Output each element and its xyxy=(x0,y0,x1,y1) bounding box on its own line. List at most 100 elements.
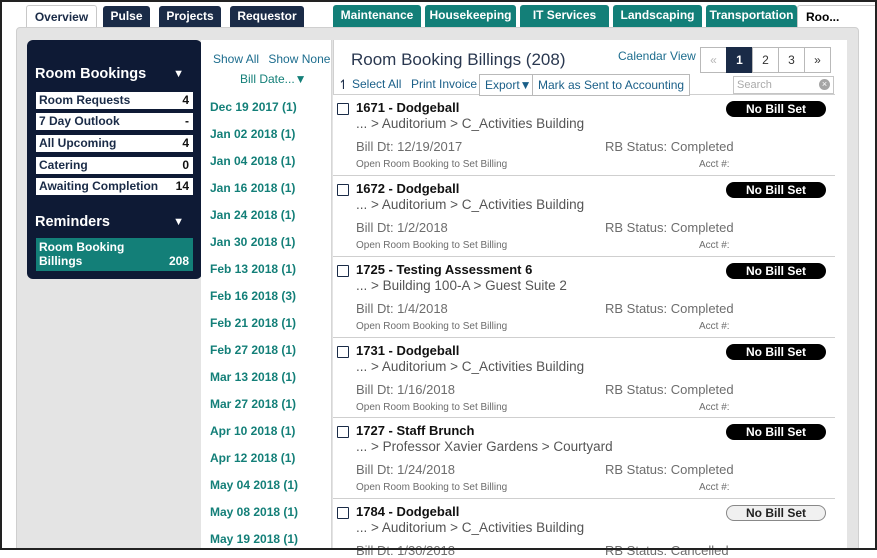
date-filter-item[interactable]: Jan 30 2018 (1) xyxy=(210,235,295,249)
card-rb-status: RB Status: Completed xyxy=(605,382,734,397)
date-filter-item[interactable]: May 08 2018 (1) xyxy=(210,505,298,519)
tab-transportation[interactable]: Transportation xyxy=(706,5,797,27)
calendar-view-link[interactable]: Calendar View xyxy=(618,49,696,63)
date-filter-item[interactable]: Mar 27 2018 (1) xyxy=(210,397,296,411)
card-title[interactable]: 1725 - Testing Assessment 6 xyxy=(356,262,532,277)
sidebar-item-room-booking-billings[interactable]: Room Booking Billings 208 xyxy=(36,238,193,271)
date-filter-item[interactable]: Mar 13 2018 (1) xyxy=(210,370,296,384)
sidebar-item-label: Room Booking xyxy=(39,240,125,254)
status-badge[interactable]: No Bill Set xyxy=(726,101,826,117)
date-filter-item[interactable]: Feb 27 2018 (1) xyxy=(210,343,296,357)
search-placeholder: Search xyxy=(737,79,772,91)
print-invoice-button[interactable]: Print Invoice xyxy=(411,74,477,95)
chevron-down-icon[interactable]: ▼ xyxy=(173,68,184,80)
date-filter-item[interactable]: Jan 04 2018 (1) xyxy=(210,154,295,168)
card-location: ... > Auditorium > C_Activities Building xyxy=(356,116,585,131)
sidebar-item-catering[interactable]: Catering 0 xyxy=(36,157,193,174)
card-title[interactable]: 1784 - Dodgeball xyxy=(356,504,459,519)
date-filter-item[interactable]: Jan 24 2018 (1) xyxy=(210,208,295,222)
page-title: Room Booking Billings (208) xyxy=(351,50,566,69)
open-room-booking-link[interactable]: Open Room Booking to Set Billing xyxy=(356,321,507,332)
card-bill-date: Bill Dt: 1/16/2018 xyxy=(356,382,456,397)
tab-maintenance[interactable]: Maintenance xyxy=(333,5,421,27)
tab-projects[interactable]: Projects xyxy=(159,6,221,27)
card-checkbox[interactable] xyxy=(337,184,349,196)
select-all-button[interactable]: Select All xyxy=(352,74,401,95)
pagination-prev[interactable]: « xyxy=(700,47,727,73)
open-room-booking-link[interactable]: Open Room Booking to Set Billing xyxy=(356,240,507,251)
card-title[interactable]: 1727 - Staff Brunch xyxy=(356,423,474,438)
date-filter-item[interactable]: Apr 12 2018 (1) xyxy=(210,451,295,465)
date-filter-item[interactable]: May 04 2018 (1) xyxy=(210,478,298,492)
pagination-page-2[interactable]: 2 xyxy=(752,47,779,73)
card-checkbox[interactable] xyxy=(337,103,349,115)
pagination-page-1[interactable]: 1 xyxy=(726,47,753,73)
card-location: ... > Auditorium > C_Activities Building xyxy=(356,359,585,374)
clear-search-icon[interactable]: × xyxy=(819,79,830,90)
card-checkbox[interactable] xyxy=(337,507,349,519)
card-checkbox[interactable] xyxy=(337,346,349,358)
tab-requestor[interactable]: Requestor xyxy=(230,6,304,27)
card-rb-status: RB Status: Cancelled xyxy=(605,543,729,558)
billing-card[interactable]: 1672 - Dodgeball No Bill Set ... > Audit… xyxy=(333,175,835,256)
sidebar-item-all-upcoming[interactable]: All Upcoming 4 xyxy=(36,135,193,152)
sidebar-section-room-bookings[interactable]: Room Bookings xyxy=(35,66,146,82)
tab-it-services[interactable]: IT Services xyxy=(520,5,609,27)
card-rb-status: RB Status: Completed xyxy=(605,301,734,316)
card-location: ... > Auditorium > C_Activities Building xyxy=(356,197,585,212)
pagination-page-3[interactable]: 3 xyxy=(778,47,805,73)
open-room-booking-link[interactable]: Open Room Booking to Set Billing xyxy=(356,482,507,493)
open-room-booking-link[interactable]: Open Room Booking to Set Billing xyxy=(356,159,507,170)
status-badge[interactable]: No Bill Set xyxy=(726,424,826,440)
show-none-link[interactable]: Show None xyxy=(268,52,330,66)
sidebar-item-label: 7 Day Outlook xyxy=(39,114,120,128)
billing-card[interactable]: 1784 - Dodgeball No Bill Set ... > Audit… xyxy=(333,498,835,558)
sidebar-item-7-day-outlook[interactable]: 7 Day Outlook - xyxy=(36,113,193,130)
card-title[interactable]: 1671 - Dodgeball xyxy=(356,100,459,115)
status-badge[interactable]: No Bill Set xyxy=(726,505,826,521)
tab-room[interactable]: Roo... xyxy=(797,5,875,28)
billing-card[interactable]: 1727 - Staff Brunch No Bill Set ... > Pr… xyxy=(333,417,835,498)
show-all-link[interactable]: Show All xyxy=(213,52,259,66)
date-filter-item[interactable]: Jan 02 2018 (1) xyxy=(210,127,295,141)
card-rb-status: RB Status: Completed xyxy=(605,139,734,154)
mark-sent-button[interactable]: Mark as Sent to Accounting xyxy=(532,74,691,96)
status-badge[interactable]: No Bill Set xyxy=(726,182,826,198)
date-filter-item[interactable]: May 19 2018 (1) xyxy=(210,532,298,546)
bill-date-sort[interactable]: Bill Date...▼ xyxy=(240,72,307,86)
status-badge[interactable]: No Bill Set xyxy=(726,263,826,279)
show-links: Show All Show None xyxy=(213,52,330,66)
card-account: Acct #: xyxy=(699,402,730,413)
card-checkbox[interactable] xyxy=(337,426,349,438)
pagination-next[interactable]: » xyxy=(804,47,831,73)
open-room-booking-link[interactable]: Open Room Booking to Set Billing xyxy=(356,402,507,413)
card-bill-date: Bill Dt: 1/24/2018 xyxy=(356,462,456,477)
sidebar-item-count: 4 xyxy=(182,93,189,107)
card-title[interactable]: 1731 - Dodgeball xyxy=(356,343,459,358)
sidebar-item-count: 4 xyxy=(182,136,189,150)
chevron-down-icon[interactable]: ▼ xyxy=(173,216,184,228)
sidebar-section-reminders[interactable]: Reminders xyxy=(35,214,110,230)
card-account: Acct #: xyxy=(699,321,730,332)
tab-landscaping[interactable]: Landscaping xyxy=(613,5,702,27)
tab-overview[interactable]: Overview xyxy=(26,5,97,28)
tab-housekeeping[interactable]: Housekeeping xyxy=(425,5,516,27)
billing-card[interactable]: 1671 - Dodgeball No Bill Set ... > Audit… xyxy=(333,94,835,175)
date-filter-item[interactable]: Feb 13 2018 (1) xyxy=(210,262,296,276)
export-dropdown[interactable]: Export▼ xyxy=(479,74,538,96)
tab-pulse[interactable]: Pulse xyxy=(103,6,150,27)
status-badge[interactable]: No Bill Set xyxy=(726,344,826,360)
card-checkbox[interactable] xyxy=(337,265,349,277)
date-filter-item[interactable]: Apr 10 2018 (1) xyxy=(210,424,295,438)
sidebar-item-room-requests[interactable]: Room Requests 4 xyxy=(36,92,193,109)
date-filter-item[interactable]: Jan 16 2018 (1) xyxy=(210,181,295,195)
card-title[interactable]: 1672 - Dodgeball xyxy=(356,181,459,196)
sort-icon[interactable]: ↿ xyxy=(338,74,349,95)
date-filter-item[interactable]: Feb 21 2018 (1) xyxy=(210,316,296,330)
billing-card[interactable]: 1725 - Testing Assessment 6 No Bill Set … xyxy=(333,256,835,337)
search-input[interactable]: Search × xyxy=(733,76,834,94)
sidebar-item-awaiting-completion[interactable]: Awaiting Completion 14 xyxy=(36,178,193,195)
date-filter-item[interactable]: Dec 19 2017 (1) xyxy=(210,100,297,114)
billing-card[interactable]: 1731 - Dodgeball No Bill Set ... > Audit… xyxy=(333,337,835,418)
date-filter-item[interactable]: Feb 16 2018 (3) xyxy=(210,289,296,303)
